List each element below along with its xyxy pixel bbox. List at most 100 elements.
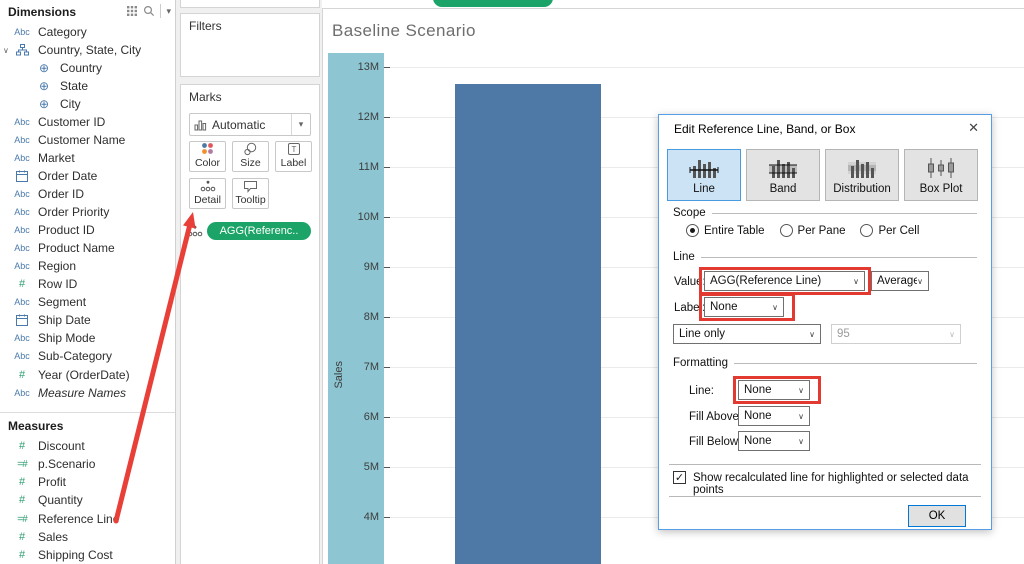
data-pane: Dimensions ▾ Abc Category ∨ Country, State… <box>0 0 176 564</box>
field-quantity[interactable]: # Quantity <box>0 491 174 509</box>
label-dropdown[interactable]: None ∨ <box>704 297 784 317</box>
radio-per-pane[interactable]: Per Pane <box>779 224 845 237</box>
field-order-priority[interactable]: Abc Order Priority <box>0 203 174 221</box>
field-state[interactable]: ⊕ State <box>0 77 174 95</box>
globe-icon: ⊕ <box>38 61 50 75</box>
marks-card: Marks Automatic ▾ Color Size T Label Det… <box>180 84 320 564</box>
field-order-date[interactable]: Order Date <box>0 167 174 185</box>
label-label: Label <box>280 157 307 169</box>
field-category[interactable]: Abc Category <box>0 23 174 41</box>
field-segment[interactable]: Abc Segment <box>0 293 174 311</box>
number-field-icon: # <box>18 494 26 506</box>
dialog-titlebar[interactable]: Edit Reference Line, Band, or Box ✕ <box>659 115 991 141</box>
band-tab-icon <box>769 160 797 178</box>
field-city[interactable]: ⊕ City <box>0 95 174 113</box>
value-dropdown[interactable]: AGG(Reference Line) ∨ <box>704 271 865 291</box>
fill-above-label: Fill Above: <box>689 411 743 423</box>
combo-caret-icon: ∨ <box>772 302 778 312</box>
field-customer-name[interactable]: Abc Customer Name <box>0 131 174 149</box>
size-button[interactable]: Size <box>232 141 269 172</box>
number-field-icon: # <box>18 440 26 452</box>
field-label: Sales <box>38 530 69 544</box>
tab-distribution[interactable]: Distribution <box>825 149 899 201</box>
field-order-id[interactable]: Abc Order ID <box>0 185 174 203</box>
label-button[interactable]: T Label <box>275 141 312 172</box>
label-icon: T <box>287 143 300 155</box>
field-year-orderdate[interactable]: # Year (OrderDate) <box>0 366 174 384</box>
chevron-down-icon[interactable]: ∨ <box>3 46 12 55</box>
tab-line[interactable]: Line <box>667 149 741 201</box>
aggregation-dropdown[interactable]: Average ∨ <box>871 271 929 291</box>
field-sub-category[interactable]: Abc Sub-Category <box>0 347 174 365</box>
field-country[interactable]: ⊕ Country <box>0 59 174 77</box>
field-country-state-city[interactable]: ∨ Country, State, City <box>0 41 174 59</box>
hierarchy-icon <box>12 44 32 56</box>
view-as-grid-icon[interactable] <box>126 5 138 17</box>
y-axis-tick-label: 7M <box>363 361 379 373</box>
y-axis-highlighted-drop-zone[interactable] <box>328 53 384 564</box>
filters-shelf[interactable]: Filters <box>180 13 320 77</box>
fill-below-label: Fill Below: <box>689 436 742 448</box>
field-ship-mode[interactable]: Abc Ship Mode <box>0 329 174 347</box>
detail-button[interactable]: Detail <box>189 178 226 209</box>
filters-title: Filters <box>189 19 222 33</box>
recalculated-line-checkbox[interactable]: ✓ <box>673 471 686 484</box>
line-style-dropdown[interactable]: Line only ∨ <box>673 324 821 344</box>
rows-shelf-pill-cutoff[interactable] <box>433 0 553 7</box>
calculated-number-field-icon: =# <box>17 458 27 470</box>
line-section-title: Line <box>673 251 695 263</box>
radio-entire-table[interactable]: Entire Table <box>686 224 765 237</box>
field-ship-date[interactable]: Ship Date <box>0 311 174 329</box>
aggregation-text: Average <box>877 275 918 287</box>
number-field-icon: # <box>18 531 26 543</box>
field-shipping-cost[interactable]: # Shipping Cost <box>0 546 174 564</box>
ok-button[interactable]: OK <box>908 505 966 527</box>
text-field-icon: Abc <box>14 351 30 361</box>
measures-title: Measures <box>8 419 64 433</box>
field-discount[interactable]: # Discount <box>0 437 174 455</box>
radio-icon <box>686 224 699 237</box>
field-customer-id[interactable]: Abc Customer ID <box>0 113 174 131</box>
field-reference-line[interactable]: =# Reference Line <box>0 510 174 528</box>
value-dropdown-text: AGG(Reference Line) <box>710 275 822 287</box>
field-label: Order Priority <box>38 205 110 219</box>
mark-type-dropdown[interactable]: Automatic ▾ <box>189 113 311 136</box>
globe-icon: ⊕ <box>38 97 50 111</box>
radio-label: Per Cell <box>878 224 920 237</box>
distribution-tab-icon <box>848 160 876 178</box>
reference-line-pill[interactable]: AGG(Referenc.. <box>207 222 311 240</box>
fill-above-dropdown[interactable]: None ∨ <box>738 406 810 426</box>
field-profit[interactable]: # Profit <box>0 473 174 491</box>
field-label: Profit <box>38 475 67 489</box>
search-icon[interactable] <box>143 5 155 17</box>
format-line-text: None <box>744 384 772 396</box>
text-field-icon: Abc <box>14 27 30 37</box>
text-field-icon: Abc <box>14 135 30 145</box>
field-product-name[interactable]: Abc Product Name <box>0 239 174 257</box>
number-field-icon: # <box>18 549 26 561</box>
color-button[interactable]: Color <box>189 141 226 172</box>
confidence-level-text: 95 <box>837 328 850 340</box>
field-sales[interactable]: # Sales <box>0 528 174 546</box>
field-market[interactable]: Abc Market <box>0 149 174 167</box>
sales-bar[interactable] <box>455 84 601 564</box>
box-plot-tab-icon <box>928 158 954 178</box>
tooltip-button[interactable]: Tooltip <box>232 178 269 209</box>
format-line-dropdown[interactable]: None ∨ <box>738 380 810 400</box>
field-label: Market <box>38 151 75 165</box>
field-product-id[interactable]: Abc Product ID <box>0 221 174 239</box>
radio-per-cell[interactable]: Per Cell <box>860 224 919 237</box>
close-icon[interactable]: ✕ <box>968 120 979 136</box>
pane-menu-caret-icon[interactable]: ▾ <box>166 6 171 17</box>
tab-box-plot[interactable]: Box Plot <box>904 149 978 201</box>
field-label: Shipping Cost <box>38 548 113 562</box>
tab-label: Distribution <box>833 183 891 195</box>
edit-reference-line-dialog: Edit Reference Line, Band, or Box ✕ Line… <box>658 114 992 530</box>
field-row-id[interactable]: # Row ID <box>0 275 174 293</box>
field-p-scenario[interactable]: =# p.Scenario <box>0 455 174 473</box>
size-label: Size <box>240 157 261 169</box>
field-region[interactable]: Abc Region <box>0 257 174 275</box>
field-measure-names[interactable]: Abc Measure Names <box>0 384 174 402</box>
tab-band[interactable]: Band <box>746 149 820 201</box>
fill-below-dropdown[interactable]: None ∨ <box>738 431 810 451</box>
